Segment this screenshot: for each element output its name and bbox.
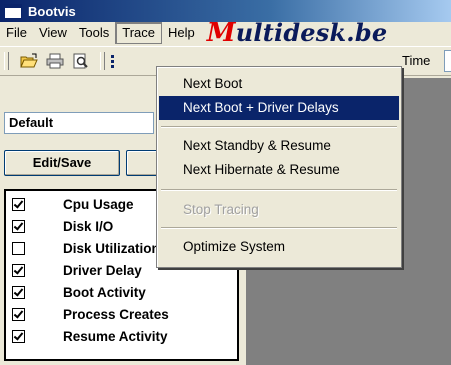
check-label: Boot Activity xyxy=(63,284,146,300)
toolbar-separator xyxy=(100,52,105,70)
menu-file[interactable]: File xyxy=(0,23,33,43)
checkbox[interactable] xyxy=(12,329,25,343)
menu-tools[interactable]: Tools xyxy=(73,23,115,43)
list-item[interactable]: Disk Utilization xyxy=(6,237,160,259)
list-icon[interactable] xyxy=(108,51,130,71)
list-item[interactable]: Process Creates xyxy=(6,303,169,325)
list-item[interactable]: Cpu Usage xyxy=(6,193,134,215)
list-item[interactable]: Boot Activity xyxy=(6,281,146,303)
toolbar-grip xyxy=(4,52,9,70)
open-folder-icon[interactable] xyxy=(18,51,40,71)
menu-separator xyxy=(161,227,397,229)
check-label: Driver Delay xyxy=(63,262,142,278)
check-label: Cpu Usage xyxy=(63,196,134,212)
menu-item-optimize-system[interactable]: Optimize System xyxy=(159,235,399,259)
checkbox[interactable] xyxy=(12,263,25,277)
edit-save-button[interactable]: Edit/Save xyxy=(4,150,120,176)
menu-help[interactable]: Help xyxy=(162,23,201,43)
menu-item-next-boot-driver-delays[interactable]: Next Boot + Driver Delays xyxy=(159,96,399,120)
time-label: Time xyxy=(402,53,431,68)
menu-item-stop-tracing: Stop Tracing xyxy=(183,202,259,217)
preset-combo[interactable]: Default xyxy=(4,112,154,134)
checkbox[interactable] xyxy=(12,307,25,321)
app-icon xyxy=(4,3,22,19)
checkbox[interactable] xyxy=(12,219,25,233)
list-item[interactable]: Disk I/O xyxy=(6,215,113,237)
window-title: Bootvis xyxy=(28,3,76,19)
menu-item-next-standby-resume[interactable]: Next Standby & Resume xyxy=(159,134,399,158)
check-label: Disk Utilization xyxy=(63,240,160,256)
menu-separator xyxy=(161,126,397,128)
check-label: Disk I/O xyxy=(63,218,114,234)
menu-separator xyxy=(161,189,397,191)
time-field[interactable] xyxy=(444,50,451,72)
check-label: Resume Activity xyxy=(63,328,168,344)
menu-item-next-boot[interactable]: Next Boot xyxy=(159,72,399,96)
menu-view[interactable]: View xyxy=(33,23,73,43)
brand-watermark: Multidesk.be xyxy=(206,18,388,48)
menu-trace[interactable]: Trace xyxy=(115,22,163,44)
print-icon[interactable] xyxy=(44,51,66,71)
list-item[interactable]: Resume Activity xyxy=(6,325,168,347)
checkbox[interactable] xyxy=(12,285,25,299)
menu-item-next-hibernate-resume[interactable]: Next Hibernate & Resume xyxy=(159,158,399,182)
checkbox[interactable] xyxy=(12,197,25,211)
list-item[interactable]: Driver Delay xyxy=(6,259,142,281)
menu-bar: File View Tools Trace Help Multidesk.be xyxy=(0,18,451,48)
checkbox[interactable] xyxy=(12,241,25,255)
trace-menu-dropdown: Next Boot Next Boot + Driver Delays Next… xyxy=(156,66,402,268)
print-preview-icon[interactable] xyxy=(70,51,92,71)
check-label: Process Creates xyxy=(63,306,169,322)
